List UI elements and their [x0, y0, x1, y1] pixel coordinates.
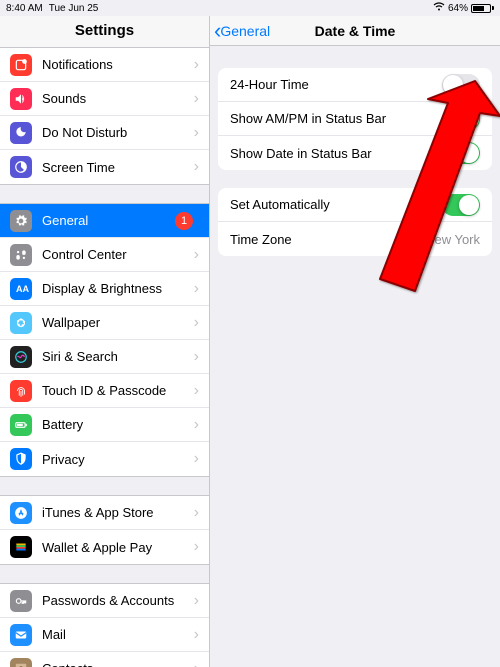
sounds-icon [10, 88, 32, 110]
chevron-right-icon: › [194, 504, 199, 522]
setting-label: 24-Hour Time [230, 77, 442, 92]
sidebar-item-label: Wallet & Apple Pay [42, 540, 194, 555]
battery-icon [10, 414, 32, 436]
chevron-right-icon: › [194, 124, 199, 142]
status-time: 8:40 AM [6, 3, 43, 14]
sidebar-item-passwords[interactable]: Passwords & Accounts› [0, 584, 209, 618]
screentime-icon [10, 156, 32, 178]
contacts-icon [10, 658, 32, 667]
dnd-icon [10, 122, 32, 144]
controlcenter-icon [10, 244, 32, 266]
sidebar-item-label: Contacts [42, 661, 194, 667]
svg-text:AA: AA [16, 284, 29, 294]
toggle-switch[interactable] [442, 142, 480, 164]
sidebar-item-label: Control Center [42, 247, 194, 262]
setting-row: Set Automatically [218, 188, 492, 222]
sidebar-item-label: General [42, 213, 175, 228]
toggle-switch[interactable] [442, 194, 480, 216]
toggle-switch[interactable] [442, 74, 480, 96]
general-icon [10, 210, 32, 232]
sidebar-item-touchid[interactable]: Touch ID & Passcode› [0, 374, 209, 408]
setting-label: Time Zone [230, 232, 425, 247]
sidebar-item-display[interactable]: AA Display & Brightness› [0, 272, 209, 306]
passwords-icon [10, 590, 32, 612]
sidebar-item-notifications[interactable]: Notifications› [0, 48, 209, 82]
back-button[interactable]: ‹ General [210, 20, 270, 42]
setting-row[interactable]: Time ZoneNew York [218, 222, 492, 256]
sidebar-item-privacy[interactable]: Privacy› [0, 442, 209, 476]
sidebar-item-dnd[interactable]: Do Not Disturb› [0, 116, 209, 150]
appstore-icon [10, 502, 32, 524]
display-icon: AA [10, 278, 32, 300]
sidebar-item-siri[interactable]: Siri & Search› [0, 340, 209, 374]
touchid-icon [10, 380, 32, 402]
chevron-right-icon: › [194, 280, 199, 298]
wallpaper-icon [10, 312, 32, 334]
wifi-icon [433, 2, 445, 14]
sidebar-item-wallet[interactable]: Wallet & Apple Pay› [0, 530, 209, 564]
settings-sidebar: Settings Notifications›Sounds›Do Not Dis… [0, 16, 210, 667]
sidebar-item-contacts[interactable]: Contacts› [0, 652, 209, 667]
sidebar-item-label: Screen Time [42, 160, 194, 175]
wallet-icon [10, 536, 32, 558]
chevron-right-icon: › [194, 450, 199, 468]
sidebar-item-label: iTunes & App Store [42, 505, 194, 520]
sidebar-item-label: Sounds [42, 91, 194, 106]
detail-header: ‹ General Date & Time [210, 16, 500, 46]
back-label: General [220, 23, 270, 39]
badge: 1 [175, 212, 193, 230]
sidebar-item-label: Passwords & Accounts [42, 593, 194, 608]
sidebar-item-label: Battery [42, 417, 194, 432]
mail-icon [10, 624, 32, 646]
sidebar-item-label: Wallpaper [42, 315, 194, 330]
sidebar-item-appstore[interactable]: iTunes & App Store› [0, 496, 209, 530]
sidebar-item-label: Privacy [42, 452, 194, 467]
chevron-right-icon: › [194, 660, 199, 667]
setting-label: Show AM/PM in Status Bar [230, 111, 442, 126]
notifications-icon [10, 54, 32, 76]
chevron-right-icon: › [194, 56, 199, 74]
chevron-right-icon: › [194, 158, 199, 176]
setting-row: 24-Hour Time [218, 68, 492, 102]
battery-icon [471, 4, 494, 13]
setting-row: Show AM/PM in Status Bar [218, 102, 492, 136]
sidebar-item-wallpaper[interactable]: Wallpaper› [0, 306, 209, 340]
chevron-right-icon: › [194, 416, 199, 434]
setting-label: Set Automatically [230, 197, 442, 212]
chevron-right-icon: › [194, 90, 199, 108]
setting-value: New York [425, 232, 480, 247]
sidebar-title: Settings [0, 16, 209, 48]
sidebar-item-label: Notifications [42, 57, 194, 72]
setting-row: Show Date in Status Bar [218, 136, 492, 170]
chevron-right-icon: › [194, 314, 199, 332]
sidebar-item-battery[interactable]: Battery› [0, 408, 209, 442]
sidebar-item-label: Mail [42, 627, 194, 642]
sidebar-item-mail[interactable]: Mail› [0, 618, 209, 652]
privacy-icon [10, 448, 32, 470]
sidebar-item-label: Display & Brightness [42, 281, 194, 296]
sidebar-item-label: Siri & Search [42, 349, 194, 364]
chevron-right-icon: › [194, 538, 199, 556]
status-bar: 8:40 AM Tue Jun 25 64% [0, 0, 500, 16]
sidebar-item-controlcenter[interactable]: Control Center› [0, 238, 209, 272]
sidebar-item-label: Do Not Disturb [42, 125, 194, 140]
detail-pane: ‹ General Date & Time 24-Hour Time Show A… [210, 16, 500, 667]
status-date: Tue Jun 25 [49, 3, 99, 14]
siri-icon [10, 346, 32, 368]
chevron-right-icon: › [194, 348, 199, 366]
chevron-right-icon: › [194, 382, 199, 400]
sidebar-item-sounds[interactable]: Sounds› [0, 82, 209, 116]
sidebar-item-general[interactable]: General1 [0, 204, 209, 238]
chevron-right-icon: › [194, 246, 199, 264]
setting-label: Show Date in Status Bar [230, 146, 442, 161]
chevron-right-icon: › [194, 592, 199, 610]
battery-percent: 64% [448, 3, 468, 14]
sidebar-item-screentime[interactable]: Screen Time› [0, 150, 209, 184]
toggle-switch[interactable] [442, 108, 480, 130]
chevron-right-icon: › [194, 626, 199, 644]
sidebar-item-label: Touch ID & Passcode [42, 383, 194, 398]
